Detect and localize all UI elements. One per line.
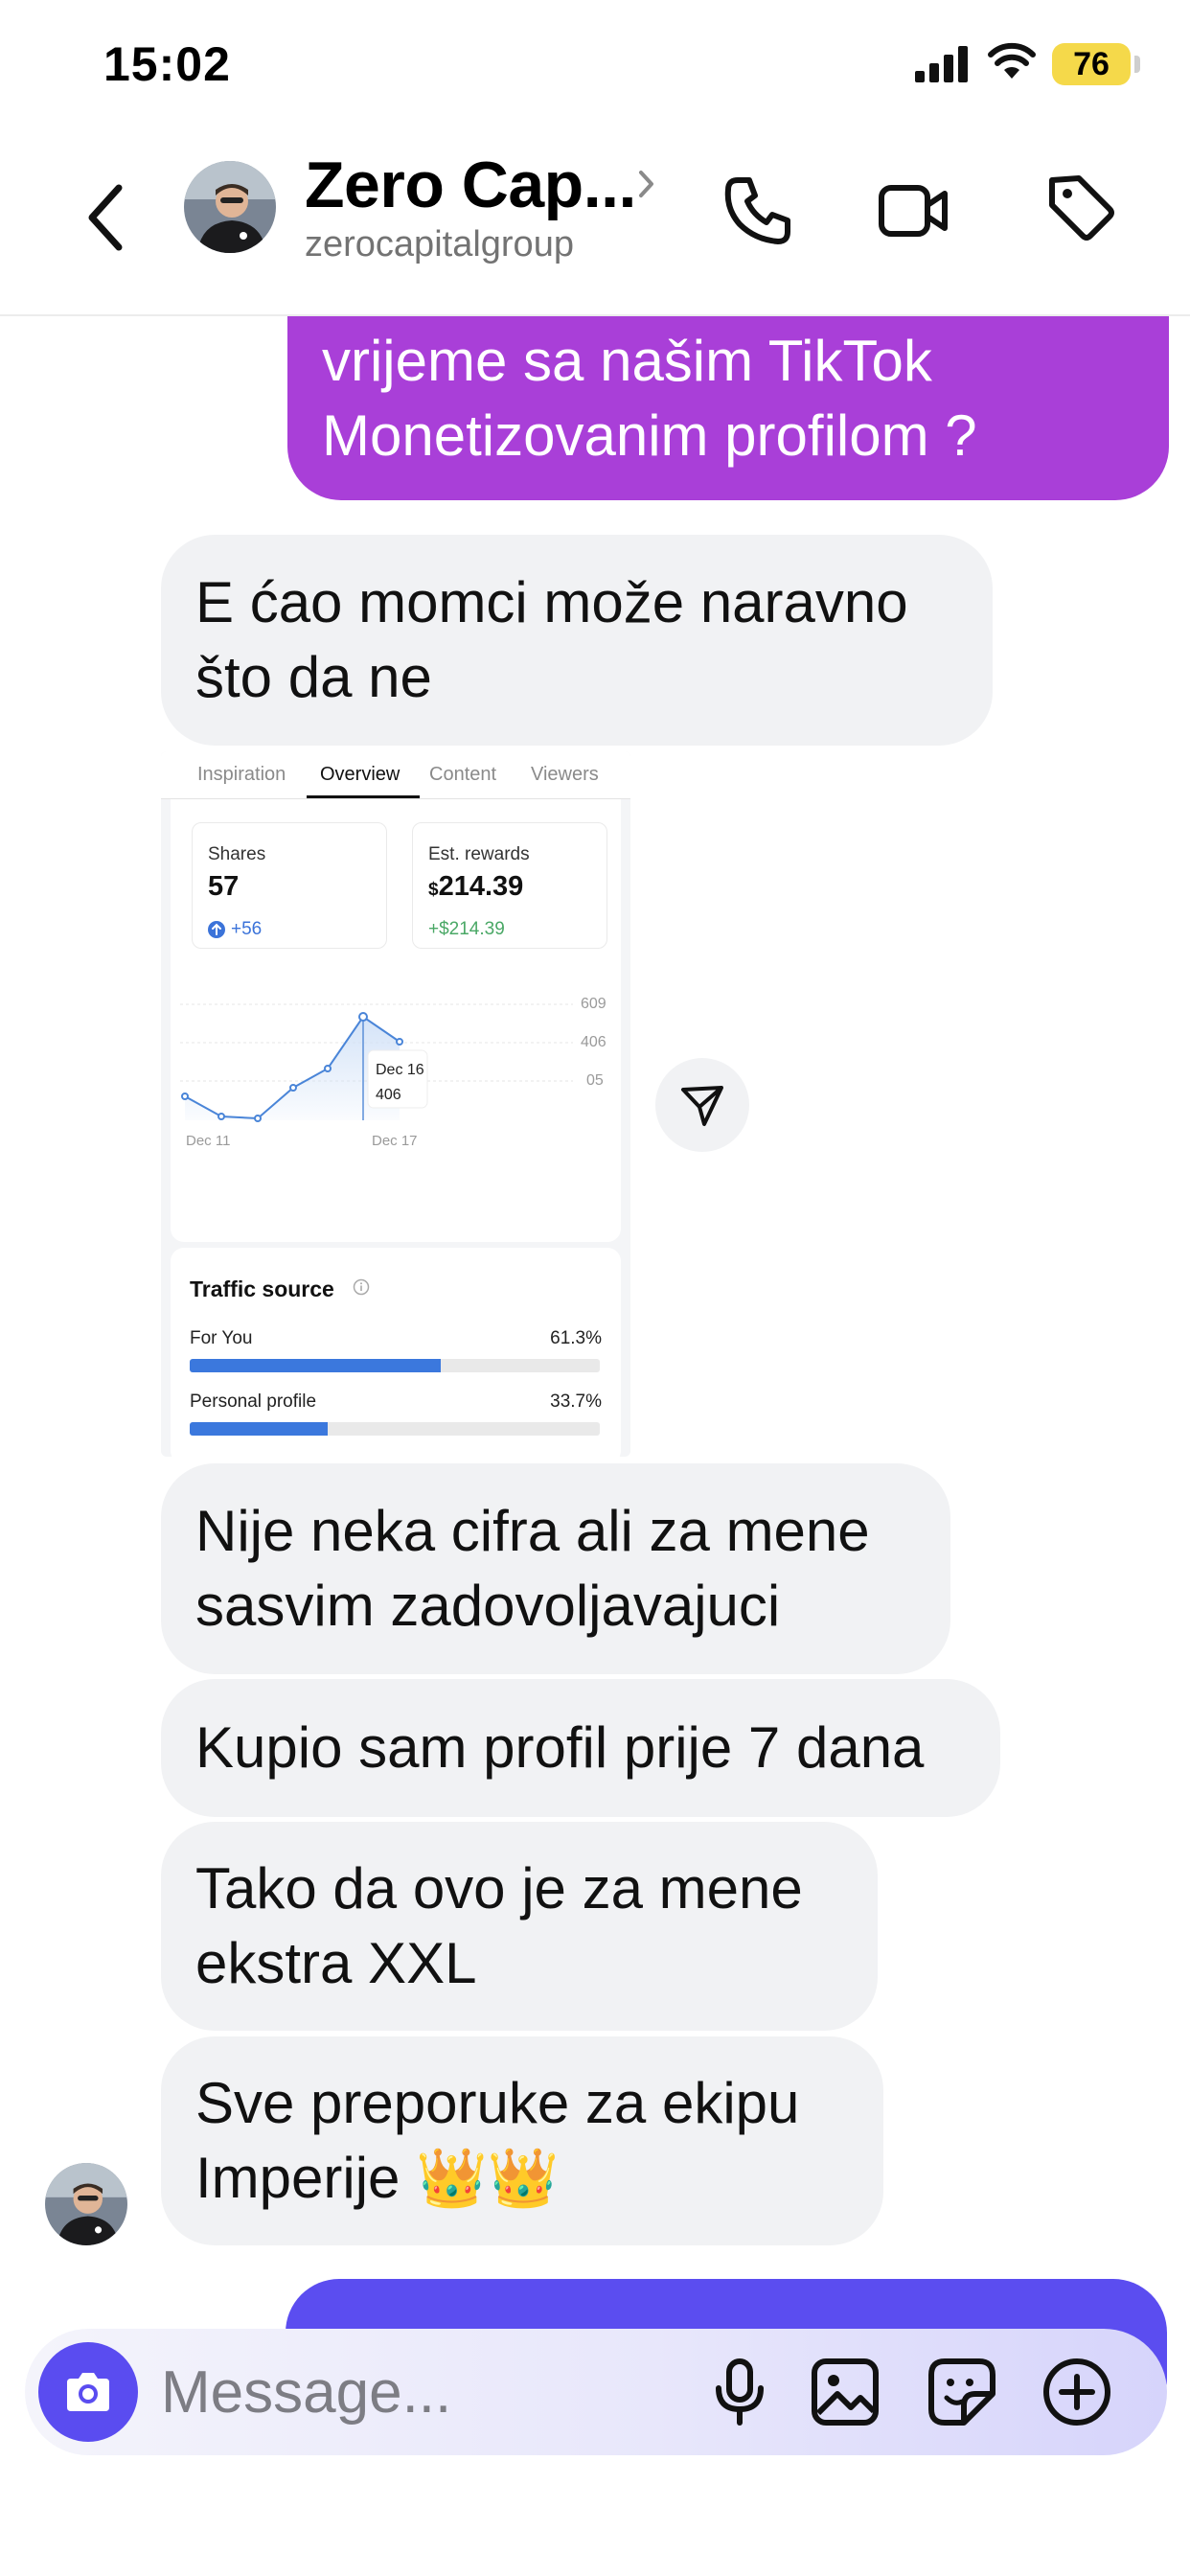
message-text: vrijeme sa našim TikTok — [322, 329, 932, 393]
wifi-icon — [988, 42, 1036, 79]
image-icon[interactable] — [811, 2358, 880, 2426]
traffic-title: Traffic source — [190, 1276, 334, 1301]
traffic-bar-fill — [190, 1422, 329, 1436]
share-button[interactable] — [655, 1058, 749, 1152]
tab-viewers: Viewers — [531, 764, 599, 785]
views-line-chart: 609 406 05 Dec 16 406 Dec 11 Dec 17 — [180, 996, 606, 1149]
message-incoming[interactable]: Nije neka cifra ali za mene sasvim zadov… — [161, 1463, 950, 1674]
traffic-source-bar — [190, 1359, 600, 1372]
tooltip-value: 406 — [376, 1087, 401, 1103]
analytics-tabs: Inspiration Overview Content Viewers — [161, 751, 630, 799]
y-tick-label: 609 — [581, 996, 606, 1012]
traffic-source-value: 33.7% — [550, 1392, 602, 1412]
chart-area — [185, 1017, 400, 1120]
x-tick-label: Dec 11 — [186, 1133, 230, 1149]
y-tick-label: 05 — [586, 1072, 604, 1089]
chart-point — [217, 1113, 225, 1120]
status-time: 15:02 — [103, 37, 231, 91]
message-outgoing[interactable]: vrijeme sa našim TikTok Monetizovanim pr… — [287, 288, 1169, 500]
camera-button[interactable] — [38, 2342, 138, 2442]
traffic-source-bar — [190, 1422, 600, 1436]
sticker-icon[interactable] — [926, 2356, 998, 2428]
y-tick-label: 406 — [581, 1034, 606, 1050]
status-bar: 15:02 76 — [0, 0, 1190, 134]
video-icon[interactable] — [878, 174, 950, 247]
signal-icon — [915, 46, 968, 82]
message-text: Tako da ovo je za mene — [195, 1856, 803, 1920]
x-tick-label: Dec 17 — [372, 1133, 418, 1149]
traffic-source-card: Traffic source For You 61.3% Personal pr… — [171, 1248, 621, 1457]
shared-image-message[interactable]: Inspiration Overview Content Viewers Sha… — [161, 751, 630, 1457]
message-text: Monetizovanim profilom ? — [322, 403, 977, 468]
message-composer — [25, 2329, 1167, 2455]
message-text: Nije neka cifra ali za mene — [195, 1499, 870, 1563]
chart-point — [289, 1084, 297, 1092]
message-text: Sve preporuke za ekipu — [195, 2071, 800, 2135]
tab-content: Content — [429, 764, 497, 785]
message-incoming[interactable]: Sve preporuke za ekipu Imperije 👑👑 — [161, 2036, 883, 2245]
message-text: Kupio sam profil prije 7 dana — [195, 1715, 925, 1780]
tag-icon[interactable] — [1044, 171, 1117, 243]
overview-card: Shares 57 +56 Est. rewards $214.39 +$214… — [171, 799, 621, 1242]
chat-header: Zero Cap... zerocapitalgroup — [0, 134, 1190, 316]
tab-inspiration: Inspiration — [197, 764, 286, 785]
traffic-source-label: For You — [190, 1328, 253, 1348]
phone-icon[interactable] — [721, 172, 797, 249]
message-text: Imperije 👑👑 — [195, 2146, 560, 2210]
message-text: što da ne — [195, 645, 432, 709]
chart-point — [324, 1065, 332, 1072]
plus-icon[interactable] — [1041, 2356, 1113, 2428]
avatar-photo — [45, 2163, 127, 2245]
chevron-right-icon[interactable] — [636, 167, 657, 201]
message-text: E ćao momci može naravno — [195, 570, 908, 634]
camera-icon — [67, 2373, 109, 2411]
send-icon — [681, 1086, 723, 1126]
contact-handle: zerocapitalgroup — [305, 224, 574, 264]
chart-point — [396, 1038, 403, 1046]
traffic-bar-fill — [190, 1359, 442, 1372]
avatar[interactable] — [184, 161, 276, 253]
tooltip-date: Dec 16 — [376, 1062, 424, 1078]
chart-point — [254, 1115, 262, 1122]
back-icon[interactable] — [79, 174, 136, 261]
message-text: ekstra XXL — [195, 1931, 477, 1995]
battery-indicator: 76 — [1052, 43, 1131, 85]
battery-cap — [1134, 56, 1140, 73]
chart-point — [181, 1092, 189, 1100]
microphone-icon[interactable] — [703, 2356, 776, 2428]
traffic-source-value: 61.3% — [550, 1328, 602, 1348]
message-incoming[interactable]: E ćao momci može naravno što da ne — [161, 535, 993, 746]
chart-point — [358, 1012, 368, 1022]
info-icon — [353, 1278, 370, 1296]
traffic-source-label: Personal profile — [190, 1392, 317, 1412]
contact-name[interactable]: Zero Cap... — [305, 148, 636, 222]
message-incoming[interactable]: Kupio sam profil prije 7 dana — [161, 1679, 1000, 1817]
message-input[interactable] — [161, 2356, 678, 2428]
message-incoming[interactable]: Tako da ovo je za mene ekstra XXL — [161, 1822, 878, 2031]
message-text: sasvim zadovoljavajuci — [195, 1574, 781, 1638]
sender-avatar[interactable] — [45, 2163, 127, 2245]
tab-overview: Overview — [320, 764, 400, 785]
active-tab-indicator — [307, 795, 420, 798]
avatar-photo — [184, 161, 276, 253]
